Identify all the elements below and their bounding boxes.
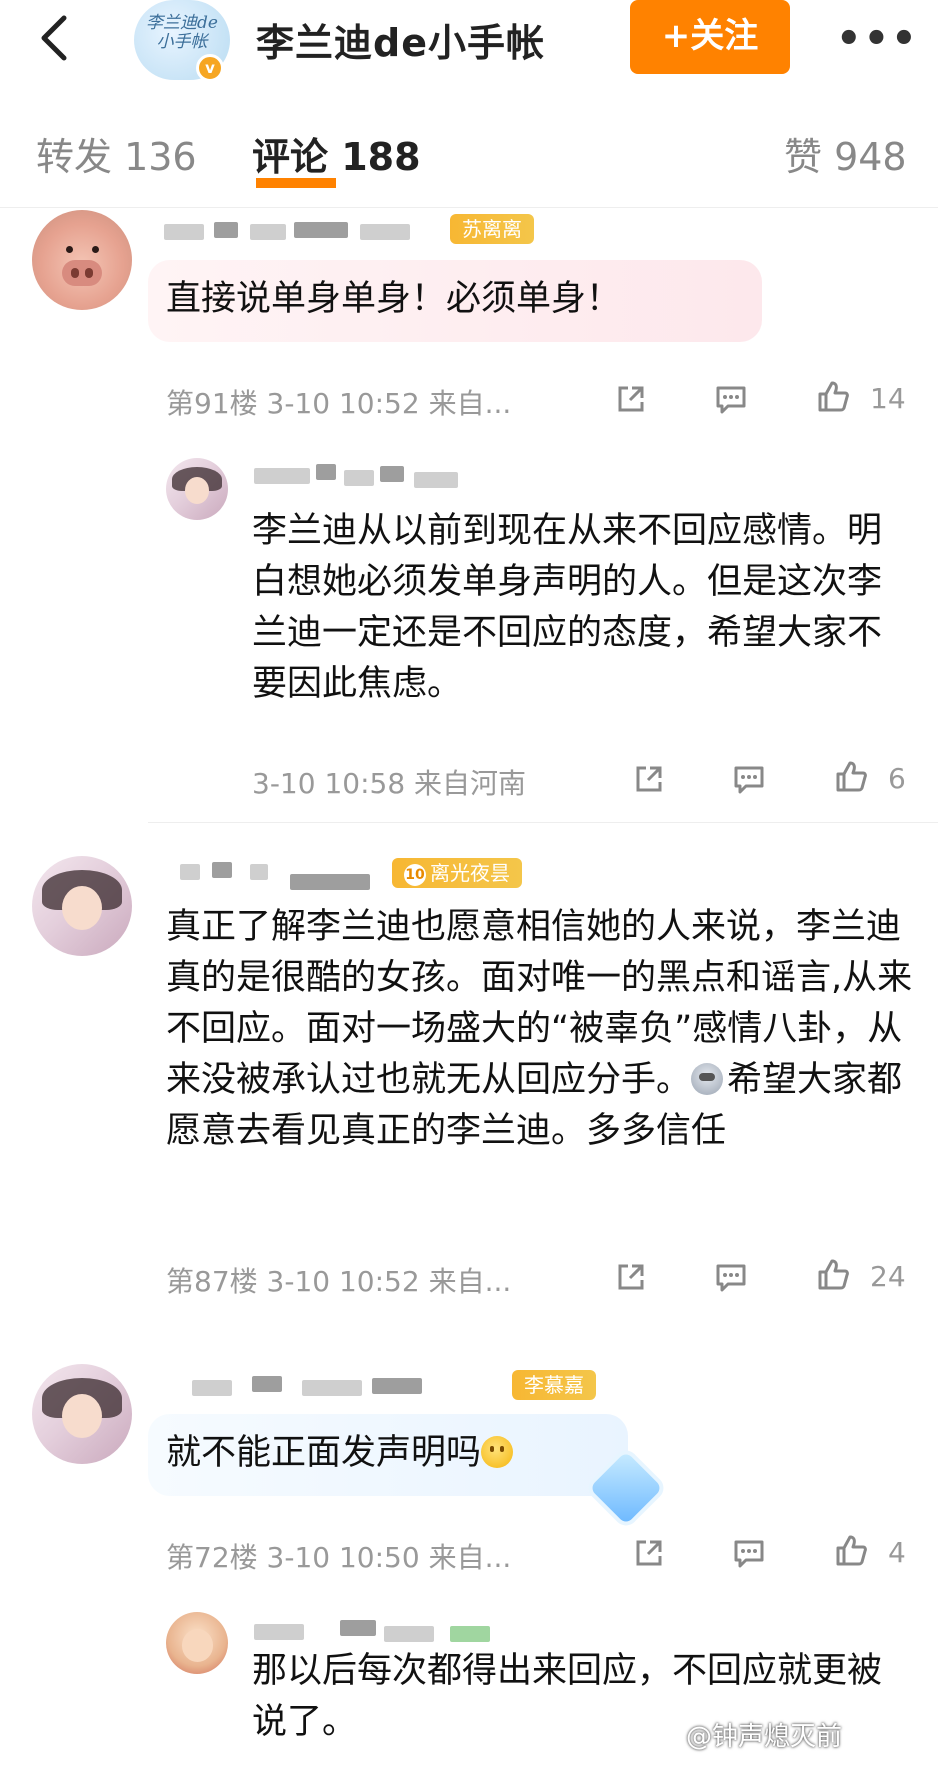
robot-emoji-icon: [691, 1063, 724, 1095]
like-icon[interactable]: [834, 760, 868, 794]
reply-meta: 3-10 10:58 来自河南: [252, 767, 527, 800]
share-icon[interactable]: [614, 382, 648, 416]
comment-meta: 第87楼 3-10 10:52 来自...: [166, 1265, 512, 1298]
reply-icon[interactable]: [714, 382, 748, 416]
comment-text: 直接说单身单身！必须单身！: [166, 279, 622, 319]
comment-text: 真正了解李兰迪也愿意相信她的人来说，李兰迪真的是很酷的女孩。面对唯一的黑点和谣言…: [166, 902, 918, 1157]
share-icon[interactable]: [614, 1260, 648, 1294]
tab-bar: 转发 136 评论 188 赞 948: [0, 96, 938, 208]
user-avatar[interactable]: [166, 1612, 228, 1674]
badge-level: 10: [404, 864, 426, 886]
like-icon[interactable]: [834, 1534, 868, 1568]
like-count: 24: [870, 1260, 906, 1293]
user-avatar[interactable]: [32, 1364, 132, 1464]
watermark: @钟声熄灭前: [686, 1722, 843, 1752]
fan-badge: 苏离离: [450, 214, 534, 244]
like-icon[interactable]: [816, 1258, 850, 1292]
comment-meta: 第91楼 3-10 10:52 来自...: [166, 387, 512, 420]
smile-emoji-icon: [481, 1436, 514, 1468]
tab-reposts[interactable]: 转发 136: [36, 126, 197, 181]
comment-text: 就不能正面发声明吗: [166, 1428, 626, 1479]
account-title: 李兰迪de小手帐: [256, 21, 545, 65]
comment-meta: 第72楼 3-10 10:50 来自...: [166, 1541, 512, 1574]
reply-text: 李兰迪从以前到现在从来不回应感情。明白想她必须发单身声明的人。但是这次李兰迪一定…: [252, 511, 883, 704]
top-bar: 李兰迪de小手帐 v 李兰迪de小手帐 +关注 •••: [0, 0, 938, 92]
tab-comments[interactable]: 评论 188: [252, 126, 421, 181]
share-icon[interactable]: [632, 1536, 666, 1570]
badge-name: 离光夜昙: [430, 861, 510, 885]
follow-button[interactable]: +关注: [630, 0, 790, 74]
reply-icon[interactable]: [732, 1536, 766, 1570]
like-count: 6: [888, 762, 906, 795]
tab-likes[interactable]: 赞 948: [784, 126, 907, 181]
user-avatar[interactable]: [32, 856, 132, 956]
fan-badge: 李慕嘉: [512, 1370, 596, 1400]
user-avatar[interactable]: [32, 210, 132, 310]
like-count: 4: [888, 1536, 906, 1569]
like-count: 14: [870, 382, 906, 415]
like-icon[interactable]: [816, 380, 850, 414]
reply-icon[interactable]: [714, 1260, 748, 1294]
avatar-logo-text: 李兰迪de小手帐: [146, 13, 218, 52]
fan-badge: 10 离光夜昙: [392, 858, 522, 888]
user-avatar[interactable]: [166, 458, 228, 520]
more-options-icon[interactable]: •••: [836, 16, 919, 62]
share-icon[interactable]: [632, 762, 666, 796]
verified-badge-icon: v: [196, 54, 224, 82]
comment-text-content: 就不能正面发声明吗: [166, 1433, 482, 1473]
divider: [148, 822, 938, 823]
back-arrow-icon[interactable]: [34, 8, 84, 68]
reply-icon[interactable]: [732, 762, 766, 796]
